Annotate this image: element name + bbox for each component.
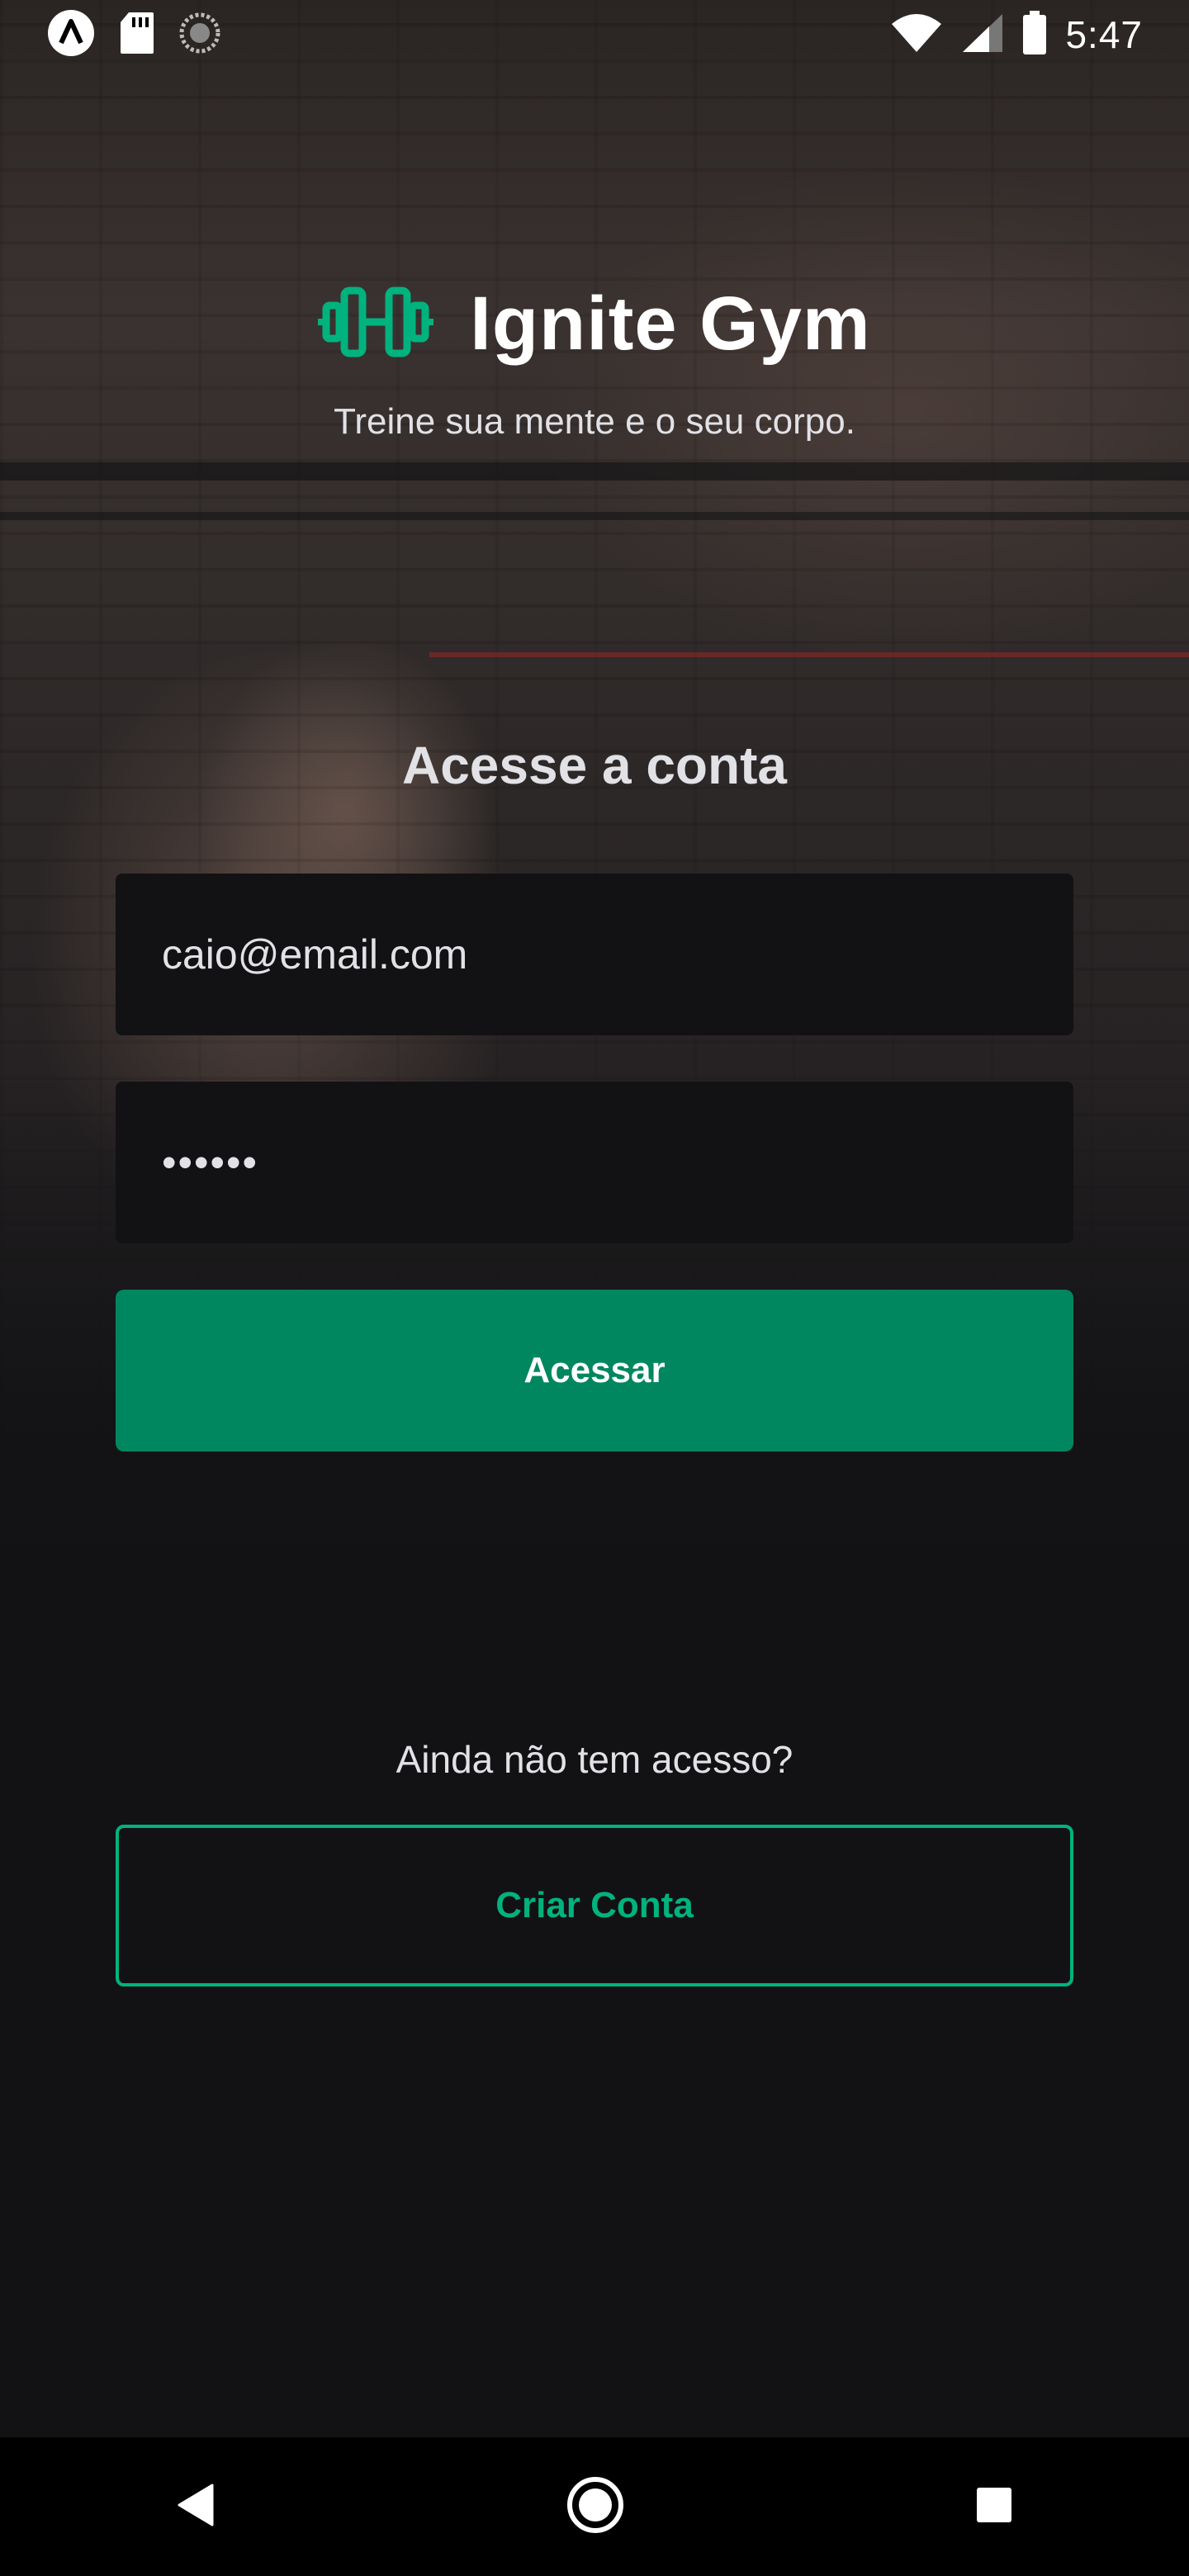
login-button[interactable]: Acessar: [116, 1290, 1073, 1451]
wifi-icon: [890, 12, 943, 58]
app-title: Ignite Gym: [470, 282, 871, 366]
create-account-button[interactable]: Criar Conta: [116, 1825, 1073, 1986]
system-nav-bar: [0, 2437, 1189, 2576]
home-icon[interactable]: [566, 2476, 624, 2538]
password-value: ••••••: [162, 1139, 259, 1186]
brand-header: Ignite Gym: [0, 281, 1189, 367]
login-heading: Acesse a conta: [401, 736, 788, 795]
app-icon: [46, 8, 96, 62]
email-field[interactable]: caio@email.com: [116, 874, 1073, 1035]
email-value: caio@email.com: [162, 931, 468, 978]
dumbbell-icon: [318, 284, 434, 364]
password-field[interactable]: ••••••: [116, 1082, 1073, 1243]
status-bar: 5:47: [0, 0, 1189, 69]
login-button-label: Acessar: [523, 1350, 666, 1390]
sync-icon: [178, 12, 221, 59]
sd-card-icon: [119, 11, 155, 59]
clock: 5:47: [1065, 13, 1143, 56]
create-account-label: Criar Conta: [495, 1885, 694, 1925]
background-photo: [0, 0, 1189, 1734]
battery-icon: [1022, 10, 1047, 59]
tagline: Treine sua mente e o seu corpo.: [334, 401, 855, 442]
recents-icon[interactable]: [975, 2486, 1013, 2528]
signal-icon: [961, 12, 1004, 58]
no-access-prompt: Ainda não tem acesso?: [396, 1738, 793, 1781]
back-icon[interactable]: [176, 2484, 216, 2531]
